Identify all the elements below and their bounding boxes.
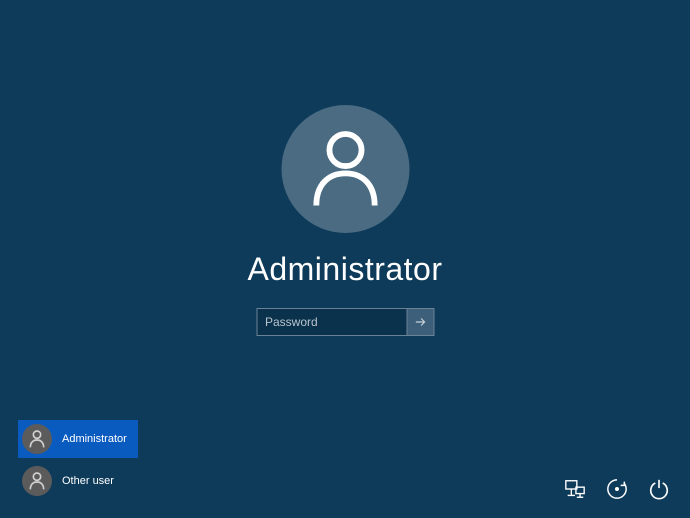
power-button[interactable]: [648, 478, 670, 500]
person-icon: [29, 472, 45, 490]
person-icon: [29, 430, 45, 448]
user-avatar-large: [281, 105, 409, 233]
ease-of-access-icon: [606, 478, 628, 500]
login-panel: Administrator: [248, 105, 443, 336]
power-icon: [648, 478, 670, 500]
arrow-right-icon: [413, 315, 427, 329]
user-avatar-small: [22, 424, 52, 454]
network-button[interactable]: [564, 478, 586, 500]
user-tile-administrator[interactable]: Administrator: [18, 420, 138, 458]
password-input[interactable]: [256, 308, 406, 336]
user-tile-label: Other user: [62, 475, 114, 487]
username-display: Administrator: [248, 251, 443, 288]
network-icon: [564, 478, 586, 500]
submit-button[interactable]: [406, 308, 434, 336]
password-row: [256, 308, 434, 336]
user-tile-label: Administrator: [62, 433, 127, 445]
ease-of-access-button[interactable]: [606, 478, 628, 500]
user-list: Administrator Other user: [18, 420, 138, 500]
person-icon: [310, 129, 380, 209]
system-icons: [564, 478, 670, 500]
user-tile-other-user[interactable]: Other user: [18, 462, 138, 500]
user-avatar-small: [22, 466, 52, 496]
